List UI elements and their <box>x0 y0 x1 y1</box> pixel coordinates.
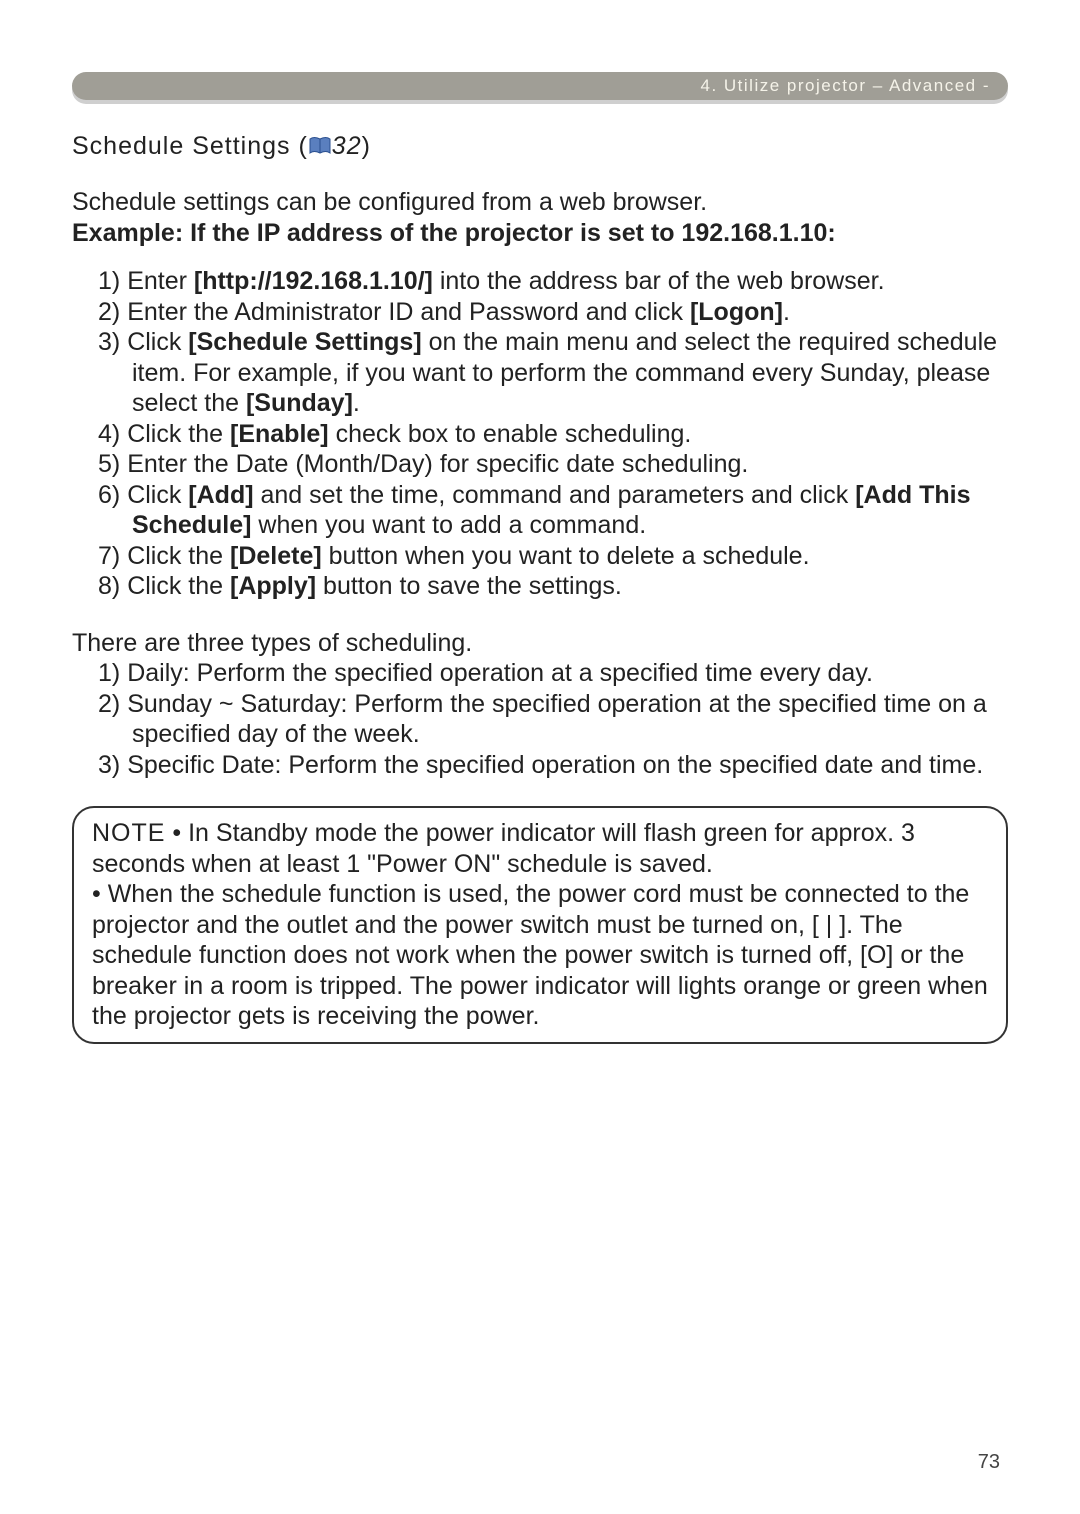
types-intro: There are three types of scheduling. <box>72 628 1008 659</box>
step-item: Click the [Enable] check box to enable s… <box>98 419 1008 450</box>
type-item: Specific Date: Perform the specified ope… <box>98 750 1008 781</box>
steps-list: Enter [http://192.168.1.10/] into the ad… <box>72 266 1008 602</box>
section-title: Schedule Settings ( 32) <box>72 132 1008 161</box>
note-box: NOTE • In Standby mode the power indicat… <box>72 806 1008 1044</box>
manual-page: 4. Utilize projector – Advanced - Schedu… <box>0 0 1080 1514</box>
intro-line1: Schedule settings can be configured from… <box>72 188 707 216</box>
types-list: Daily: Perform the specified operation a… <box>72 658 1008 780</box>
breadcrumb: 4. Utilize projector – Advanced - <box>72 72 1008 100</box>
step-item: Click the [Delete] button when you want … <box>98 541 1008 572</box>
step-item: Click [Add] and set the time, command an… <box>98 480 1008 541</box>
step-item: Click the [Apply] button to save the set… <box>98 571 1008 602</box>
intro-block: Schedule settings can be configured from… <box>72 187 1008 248</box>
step-item: Enter [http://192.168.1.10/] into the ad… <box>98 266 1008 297</box>
header-bar: 4. Utilize projector – Advanced - <box>72 72 1008 106</box>
note-bullet-1: • In Standby mode the power indicator wi… <box>92 819 915 878</box>
type-item: Sunday ~ Saturday: Perform the specified… <box>98 689 1008 750</box>
page-number: 73 <box>978 1451 1000 1474</box>
example-label: Example: If the IP address of the projec… <box>72 219 836 247</box>
section-title-suffix: ) <box>362 132 371 160</box>
step-item: Click [Schedule Settings] on the main me… <box>98 327 1008 419</box>
section-title-prefix: Schedule Settings ( <box>72 132 308 160</box>
manual-icon <box>308 136 332 156</box>
type-item: Daily: Perform the specified operation a… <box>98 658 1008 689</box>
note-bullet-2: • When the schedule function is used, th… <box>92 880 988 1030</box>
page-ref: 32 <box>332 132 362 160</box>
note-label: NOTE <box>92 819 165 847</box>
step-item: Enter the Date (Month/Day) for specific … <box>98 449 1008 480</box>
breadcrumb-text: 4. Utilize projector – Advanced - <box>700 76 990 96</box>
step-item: Enter the Administrator ID and Password … <box>98 297 1008 328</box>
